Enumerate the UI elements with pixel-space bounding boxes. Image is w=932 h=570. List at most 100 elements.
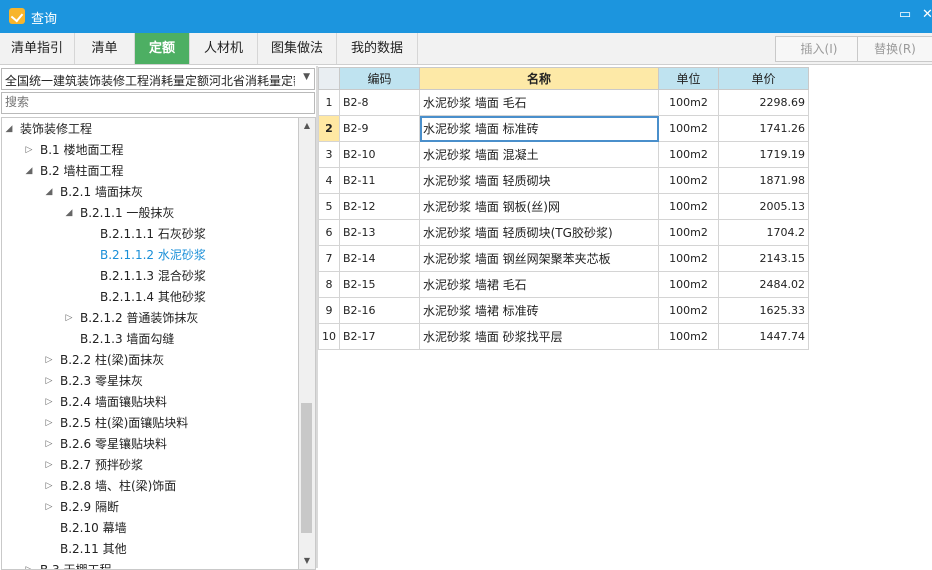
cell-code[interactable]: B2-16 [339, 297, 420, 324]
tab-my-data[interactable]: 我的数据 [337, 33, 418, 64]
tree-node[interactable]: ▷ B.2.8 墙、柱(梁)饰面 [2, 476, 298, 496]
search-input[interactable] [2, 93, 308, 111]
chevron-down-icon[interactable]: ▼ [303, 72, 310, 82]
tree-node[interactable]: B.2.11 其他 [2, 539, 298, 559]
scrollbar-thumb[interactable] [301, 403, 312, 533]
cell-price[interactable]: 1871.98 [718, 167, 809, 194]
row-number[interactable]: 9 [318, 297, 340, 324]
cell-name[interactable]: 水泥砂浆 墙面 轻质砌块(TG胶砂浆) [419, 219, 659, 246]
insert-button[interactable]: 插入(I) [775, 36, 863, 62]
row-number[interactable]: 1 [318, 89, 340, 116]
collapse-arrow-icon[interactable]: ◢ [64, 203, 74, 223]
expand-arrow-icon[interactable]: ▷ [44, 371, 54, 391]
table-row[interactable]: 1 B2-8 水泥砂浆 墙面 毛石 100m2 2298.69 [318, 89, 809, 116]
table-row[interactable]: 2 B2-9 水泥砂浆 墙面 标准砖 100m2 1741.26 [318, 115, 809, 142]
table-row[interactable]: 5 B2-12 水泥砂浆 墙面 钢板(丝)网 100m2 2005.13 [318, 193, 809, 220]
collapse-arrow-icon[interactable]: ◢ [4, 119, 14, 139]
close-icon[interactable]: ✕ [922, 8, 932, 22]
cell-code[interactable]: B2-9 [339, 115, 420, 142]
collapse-arrow-icon[interactable]: ◢ [44, 182, 54, 202]
cell-price[interactable]: 2298.69 [718, 89, 809, 116]
table-row[interactable]: 10 B2-17 水泥砂浆 墙面 砂浆找平层 100m2 1447.74 [318, 323, 809, 350]
cell-code[interactable]: B2-11 [339, 167, 420, 194]
tree-node[interactable]: ▷ B.2.5 柱(梁)面镶贴块料 [2, 413, 298, 433]
expand-arrow-icon[interactable]: ▷ [44, 413, 54, 433]
cell-code[interactable]: B2-12 [339, 193, 420, 220]
column-header-unit[interactable]: 单位 [658, 67, 719, 90]
table-row[interactable]: 7 B2-14 水泥砂浆 墙面 钢丝网架聚苯夹芯板 100m2 2143.15 [318, 245, 809, 272]
cell-name[interactable]: 水泥砂浆 墙裙 标准砖 [419, 297, 659, 324]
cell-unit[interactable]: 100m2 [658, 141, 719, 168]
tree-node[interactable]: ▷ B.2.7 预拌砂浆 [2, 455, 298, 475]
tree-node[interactable]: ◢ B.2.1 墙面抹灰 [2, 182, 298, 202]
maximize-icon[interactable]: ▭ [898, 8, 912, 22]
cell-unit[interactable]: 100m2 [658, 89, 719, 116]
row-number[interactable]: 6 [318, 219, 340, 246]
cell-unit[interactable]: 100m2 [658, 271, 719, 298]
table-row[interactable]: 4 B2-11 水泥砂浆 墙面 轻质砌块 100m2 1871.98 [318, 167, 809, 194]
cell-code[interactable]: B2-14 [339, 245, 420, 272]
cell-price[interactable]: 1447.74 [718, 323, 809, 350]
cell-name[interactable]: 水泥砂浆 墙面 钢丝网架聚苯夹芯板 [419, 245, 659, 272]
tree-node[interactable]: B.2.10 幕墙 [2, 518, 298, 538]
cell-price[interactable]: 1719.19 [718, 141, 809, 168]
cell-price[interactable]: 1625.33 [718, 297, 809, 324]
cell-unit[interactable]: 100m2 [658, 323, 719, 350]
tree-node[interactable]: B.2.1.1.4 其他砂浆 [2, 287, 298, 307]
cell-code[interactable]: B2-8 [339, 89, 420, 116]
expand-arrow-icon[interactable]: ▷ [24, 140, 34, 160]
cell-unit[interactable]: 100m2 [658, 297, 719, 324]
library-select[interactable]: 全国统一建筑装饰装修工程消耗量定额河北省消耗量定额 ▼ [1, 68, 315, 90]
table-row[interactable]: 3 B2-10 水泥砂浆 墙面 混凝土 100m2 1719.19 [318, 141, 809, 168]
table-row[interactable]: 8 B2-15 水泥砂浆 墙裙 毛石 100m2 2484.02 [318, 271, 809, 298]
tree-node[interactable]: ▷ B.2.4 墙面镶贴块料 [2, 392, 298, 412]
tree-scrollbar[interactable]: ▲ ▼ [298, 117, 316, 570]
cell-unit[interactable]: 100m2 [658, 219, 719, 246]
table-row[interactable]: 9 B2-16 水泥砂浆 墙裙 标准砖 100m2 1625.33 [318, 297, 809, 324]
scroll-down-icon[interactable]: ▼ [299, 553, 315, 569]
tree-node[interactable]: ◢ B.2.1.1 一般抹灰 [2, 203, 298, 223]
tree-node[interactable]: ▷ B.2.2 柱(梁)面抹灰 [2, 350, 298, 370]
tab-bill-guide[interactable]: 清单指引 [0, 33, 75, 64]
search-box[interactable] [1, 92, 315, 114]
cell-name[interactable]: 水泥砂浆 墙面 钢板(丝)网 [419, 193, 659, 220]
tree-node[interactable]: ▷ B.2.3 零星抹灰 [2, 371, 298, 391]
cell-name[interactable]: 水泥砂浆 墙面 标准砖 [419, 115, 659, 142]
expand-arrow-icon[interactable]: ▷ [44, 455, 54, 475]
scroll-up-icon[interactable]: ▲ [299, 118, 315, 134]
cell-name[interactable]: 水泥砂浆 墙面 混凝土 [419, 141, 659, 168]
cell-unit[interactable]: 100m2 [658, 167, 719, 194]
cell-price[interactable]: 2143.15 [718, 245, 809, 272]
cell-unit[interactable]: 100m2 [658, 245, 719, 272]
cell-price[interactable]: 1704.2 [718, 219, 809, 246]
expand-arrow-icon[interactable]: ▷ [24, 560, 34, 569]
expand-arrow-icon[interactable]: ▷ [64, 308, 74, 328]
column-header-name[interactable]: 名称 [419, 67, 659, 90]
cell-price[interactable]: 1741.26 [718, 115, 809, 142]
tree-node[interactable]: ◢ B.2 墙柱面工程 [2, 161, 298, 181]
expand-arrow-icon[interactable]: ▷ [44, 350, 54, 370]
cell-unit[interactable]: 100m2 [658, 193, 719, 220]
tree-node[interactable]: ▷ B.3 天棚工程 [2, 560, 298, 569]
tree-node[interactable]: B.2.1.1.3 混合砂浆 [2, 266, 298, 286]
expand-arrow-icon[interactable]: ▷ [44, 497, 54, 517]
cell-name[interactable]: 水泥砂浆 墙裙 毛石 [419, 271, 659, 298]
tab-labor-material-machine[interactable]: 人材机 [190, 33, 258, 64]
tab-quota[interactable]: 定额 [135, 33, 190, 64]
row-number[interactable]: 7 [318, 245, 340, 272]
expand-arrow-icon[interactable]: ▷ [44, 434, 54, 454]
cell-name[interactable]: 水泥砂浆 墙面 砂浆找平层 [419, 323, 659, 350]
row-number[interactable]: 2 [318, 115, 340, 142]
tree-node[interactable]: ◢ 装饰装修工程 [2, 119, 298, 139]
cell-code[interactable]: B2-17 [339, 323, 420, 350]
cell-unit[interactable]: 100m2 [658, 115, 719, 142]
tab-atlas-method[interactable]: 图集做法 [258, 33, 337, 64]
cell-name[interactable]: 水泥砂浆 墙面 毛石 [419, 89, 659, 116]
row-number[interactable]: 4 [318, 167, 340, 194]
cell-code[interactable]: B2-13 [339, 219, 420, 246]
tree-node[interactable]: ▷ B.2.6 零星镶贴块料 [2, 434, 298, 454]
row-number[interactable]: 10 [318, 323, 340, 350]
tree-node[interactable]: B.2.1.3 墙面勾缝 [2, 329, 298, 349]
tree-node[interactable]: ▷ B.2.1.2 普通装饰抹灰 [2, 308, 298, 328]
expand-arrow-icon[interactable]: ▷ [44, 476, 54, 496]
